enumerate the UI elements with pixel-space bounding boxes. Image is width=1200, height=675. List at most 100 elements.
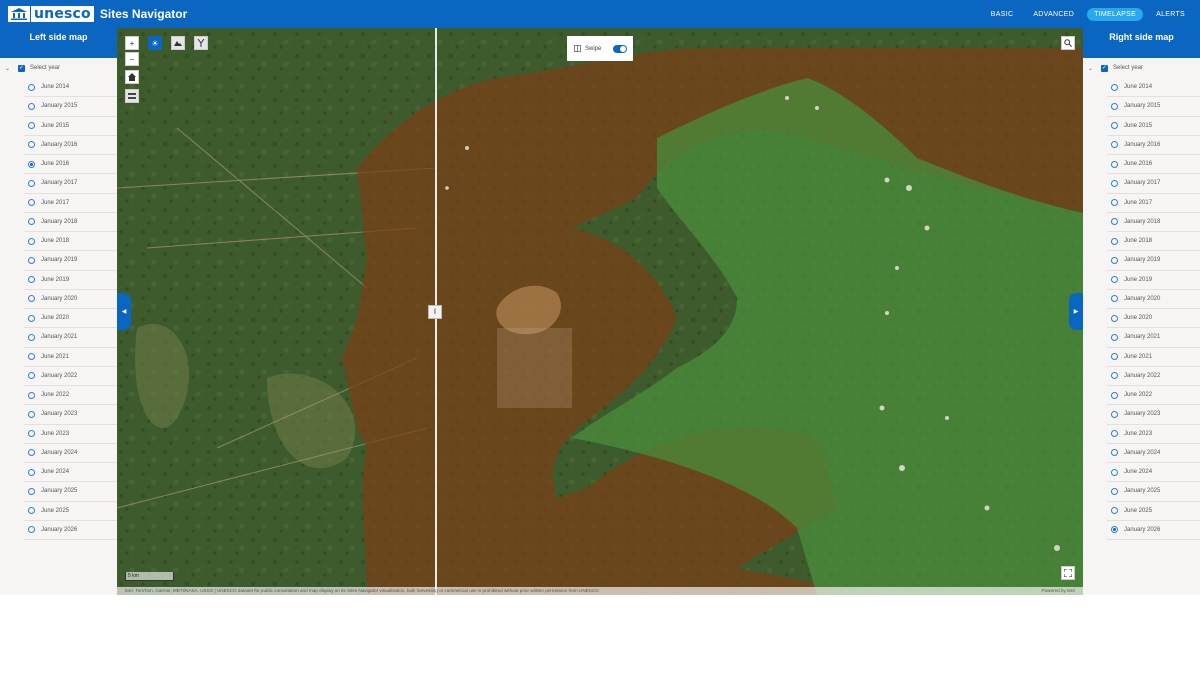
right-select-year[interactable]: ⌄ ✓ Select year <box>1083 58 1200 78</box>
right-year-option[interactable]: June 2016 <box>1107 155 1200 175</box>
radio-button[interactable] <box>28 256 35 264</box>
right-year-option[interactable]: January 2015 <box>1107 97 1200 117</box>
left-year-option[interactable]: June 2022 <box>24 386 117 406</box>
radio-button[interactable] <box>1111 256 1118 264</box>
swipe-toggle[interactable] <box>613 44 628 53</box>
left-year-option[interactable]: January 2017 <box>24 174 117 194</box>
radio-button[interactable] <box>28 507 35 515</box>
radio-button[interactable] <box>1111 83 1118 91</box>
checkbox-checked-icon[interactable]: ✓ <box>1101 64 1108 72</box>
chevron-down-icon[interactable]: ⌄ <box>1088 65 1096 72</box>
radio-button[interactable] <box>1111 295 1118 303</box>
radio-button[interactable] <box>28 83 35 91</box>
right-year-option[interactable]: January 2022 <box>1107 367 1200 386</box>
left-year-option[interactable]: January 2025 <box>24 482 117 502</box>
radio-button[interactable] <box>1111 507 1118 515</box>
radio-button[interactable] <box>1111 391 1118 399</box>
radio-button[interactable] <box>28 487 35 495</box>
filter-button[interactable] <box>194 36 208 50</box>
radio-button[interactable] <box>28 410 35 418</box>
left-year-option[interactable]: June 2019 <box>24 271 117 290</box>
right-year-option[interactable]: June 2018 <box>1107 232 1200 252</box>
radio-button[interactable] <box>28 449 35 457</box>
search-button[interactable] <box>1061 36 1075 50</box>
left-year-option[interactable]: January 2015 <box>24 97 117 117</box>
left-year-option[interactable]: January 2018 <box>24 213 117 232</box>
right-year-option[interactable]: June 2023 <box>1107 425 1200 444</box>
right-year-option[interactable]: June 2024 <box>1107 463 1200 483</box>
left-year-option[interactable]: June 2016 <box>24 155 117 175</box>
left-year-option[interactable]: June 2020 <box>24 309 117 329</box>
radio-button[interactable] <box>1111 102 1118 110</box>
right-year-option[interactable]: January 2020 <box>1107 290 1200 309</box>
radio-button[interactable] <box>1111 314 1118 322</box>
right-year-option[interactable]: January 2026 <box>1107 521 1200 540</box>
right-year-option[interactable]: June 2025 <box>1107 502 1200 521</box>
radio-button[interactable] <box>28 372 35 380</box>
right-year-option[interactable]: January 2016 <box>1107 136 1200 155</box>
right-year-option[interactable]: June 2019 <box>1107 271 1200 290</box>
radio-button[interactable] <box>1111 199 1118 207</box>
radio-button[interactable] <box>28 122 35 130</box>
zoom-out-button[interactable]: − <box>125 52 139 66</box>
home-button[interactable] <box>125 70 139 84</box>
radio-button[interactable] <box>28 295 35 303</box>
radio-button[interactable] <box>1111 449 1118 457</box>
chevron-down-icon[interactable]: ⌄ <box>5 65 13 72</box>
left-year-option[interactable]: June 2018 <box>24 232 117 252</box>
radio-button[interactable] <box>1111 160 1118 168</box>
radio-button[interactable] <box>1111 353 1118 361</box>
radio-button[interactable] <box>1111 487 1118 495</box>
left-year-option[interactable]: June 2017 <box>24 194 117 213</box>
left-year-option[interactable]: June 2025 <box>24 502 117 521</box>
nav-timelapse[interactable]: TIMELAPSE <box>1087 7 1144 21</box>
right-year-option[interactable]: January 2025 <box>1107 482 1200 502</box>
nav-basic[interactable]: BASIC <box>984 8 1021 21</box>
radio-button[interactable] <box>1111 468 1118 476</box>
radio-button[interactable] <box>28 102 35 110</box>
radio-button[interactable] <box>1111 122 1118 130</box>
radio-button[interactable] <box>1111 276 1118 284</box>
collapse-right-panel-button[interactable]: ▶ <box>1069 293 1083 330</box>
landscape-button[interactable] <box>171 36 185 50</box>
right-year-option[interactable]: January 2023 <box>1107 405 1200 425</box>
right-year-option[interactable]: June 2017 <box>1107 194 1200 213</box>
right-year-option[interactable]: January 2018 <box>1107 213 1200 232</box>
left-year-option[interactable]: June 2014 <box>24 78 117 98</box>
radio-button[interactable] <box>28 218 35 226</box>
radio-button[interactable] <box>28 237 35 245</box>
left-select-year[interactable]: ⌄ ✓ Select year <box>0 58 117 78</box>
nav-alerts[interactable]: ALERTS <box>1149 8 1192 21</box>
radio-button[interactable] <box>1111 237 1118 245</box>
left-year-option[interactable]: June 2023 <box>24 425 117 444</box>
left-year-option[interactable]: January 2023 <box>24 405 117 425</box>
nav-advanced[interactable]: ADVANCED <box>1026 8 1081 21</box>
radio-button[interactable] <box>28 141 35 149</box>
collapse-left-panel-button[interactable]: ◀ <box>117 293 131 330</box>
right-year-option[interactable]: June 2015 <box>1107 117 1200 136</box>
layers-button[interactable] <box>125 89 139 103</box>
left-year-option[interactable]: June 2021 <box>24 348 117 367</box>
radio-button[interactable] <box>28 468 35 476</box>
left-year-option[interactable]: January 2016 <box>24 136 117 155</box>
right-year-option[interactable]: January 2019 <box>1107 251 1200 271</box>
left-year-option[interactable]: January 2026 <box>24 521 117 540</box>
left-year-option[interactable]: June 2024 <box>24 463 117 483</box>
radio-button[interactable] <box>28 526 35 534</box>
radio-button[interactable] <box>1111 410 1118 418</box>
right-year-option[interactable]: June 2014 <box>1107 78 1200 98</box>
radio-button[interactable] <box>1111 372 1118 380</box>
radio-button[interactable] <box>1111 333 1118 341</box>
radio-button[interactable] <box>1111 179 1118 187</box>
left-year-option[interactable]: January 2019 <box>24 251 117 271</box>
sun-button[interactable]: ☀ <box>148 36 162 50</box>
radio-button[interactable] <box>28 391 35 399</box>
radio-button[interactable] <box>1111 218 1118 226</box>
radio-button[interactable] <box>28 314 35 322</box>
right-year-option[interactable]: January 2017 <box>1107 174 1200 194</box>
radio-button[interactable] <box>28 179 35 187</box>
swipe-handle[interactable]: ‖ <box>428 305 442 319</box>
radio-button[interactable] <box>28 199 35 207</box>
radio-button[interactable] <box>1111 526 1118 534</box>
radio-button[interactable] <box>1111 430 1118 438</box>
